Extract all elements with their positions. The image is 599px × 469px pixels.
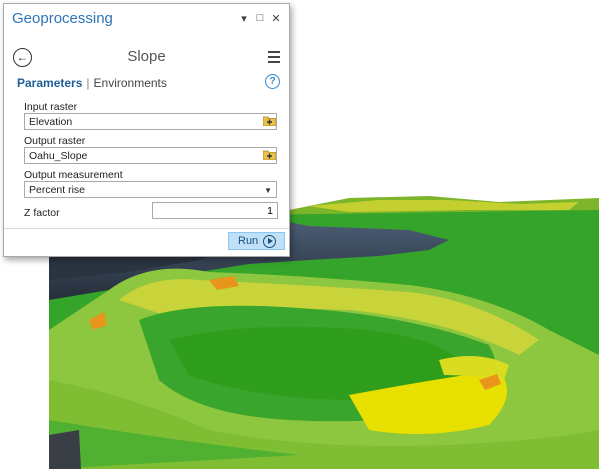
input-raster-select[interactable]: Elevation ▼ bbox=[24, 113, 277, 130]
help-icon[interactable]: ? bbox=[265, 74, 280, 89]
output-measurement-value: Percent rise bbox=[29, 184, 86, 196]
z-factor-input[interactable]: 1 bbox=[152, 202, 278, 219]
tool-title: Slope bbox=[127, 48, 166, 65]
tool-header: ← Slope bbox=[4, 44, 289, 72]
pane-title: Geoprocessing bbox=[12, 10, 113, 27]
tab-parameters[interactable]: Parameters bbox=[17, 76, 82, 90]
tab-strip: Parameters | Environments bbox=[17, 76, 167, 90]
tab-environments[interactable]: Environments bbox=[94, 76, 167, 90]
pane-titlebar: Geoprocessing ▾ □ ✕ bbox=[4, 4, 289, 34]
hamburger-menu-icon[interactable] bbox=[268, 51, 280, 63]
play-icon bbox=[263, 235, 276, 248]
chevron-down-icon: ▼ bbox=[264, 186, 272, 195]
output-raster-label: Output raster bbox=[24, 135, 86, 147]
input-raster-label: Input raster bbox=[24, 101, 78, 113]
output-measurement-label: Output measurement bbox=[24, 169, 123, 181]
browse-folder-icon[interactable] bbox=[263, 115, 276, 126]
pin-dropdown-icon[interactable]: ▾ bbox=[239, 12, 249, 25]
output-measurement-select[interactable]: Percent rise ▼ bbox=[24, 181, 277, 198]
tab-separator: | bbox=[86, 76, 90, 90]
window-controls: ▾ □ ✕ bbox=[239, 12, 281, 25]
close-icon[interactable]: ✕ bbox=[271, 12, 281, 25]
output-raster-field[interactable]: Oahu_Slope bbox=[24, 147, 277, 164]
run-button[interactable]: Run bbox=[228, 232, 285, 250]
run-button-label: Run bbox=[238, 235, 259, 247]
input-raster-value: Elevation bbox=[29, 116, 73, 128]
maximize-icon[interactable]: □ bbox=[255, 12, 265, 25]
output-raster-value: Oahu_Slope bbox=[29, 150, 88, 162]
geoprocessing-pane: Geoprocessing ▾ □ ✕ ← Slope Parameters | E… bbox=[3, 3, 290, 257]
z-factor-label: Z factor bbox=[24, 207, 60, 219]
browse-folder-icon[interactable] bbox=[263, 149, 276, 160]
divider bbox=[4, 228, 289, 229]
